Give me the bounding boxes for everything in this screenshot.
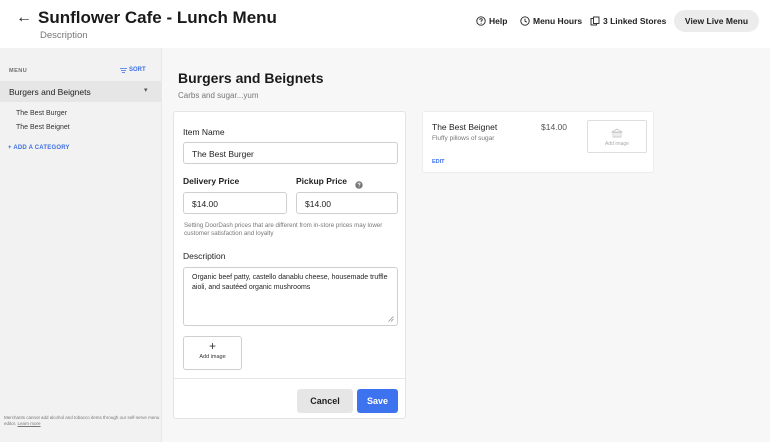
menu-hours-button[interactable]: Menu Hours (520, 12, 582, 30)
item-edit-button[interactable]: EDIT (432, 159, 445, 165)
help-button[interactable]: Help (476, 12, 507, 30)
sidebar: MENU SORT Burgers and Beignets ▾ The Bes… (0, 48, 162, 442)
pickup-price-input[interactable]: $14.00 (296, 192, 398, 214)
delivery-price-input[interactable]: $14.00 (183, 192, 287, 214)
description-text: Organic beef patty, castello danablu che… (192, 274, 388, 291)
sidebar-footnote: Merchants cannot add alcohol and tobacco… (4, 415, 160, 427)
sort-icon (120, 67, 127, 73)
sort-button[interactable]: SORT (120, 67, 146, 73)
add-category-button[interactable]: + ADD A CATEGORY (8, 145, 70, 151)
linked-stores-label: 3 Linked Stores (603, 16, 667, 26)
sidebar-item-burgers-and-beignets[interactable]: Burgers and Beignets ▾ (0, 81, 161, 102)
learn-more-link[interactable]: Learn more (18, 421, 41, 426)
menu-item-card[interactable]: The Best Beignet Fluffy pillows of sugar… (422, 111, 654, 173)
section-description: Carbs and sugar...yum (178, 91, 259, 100)
item-add-image-label: Add image (605, 141, 629, 147)
help-icon (476, 16, 486, 26)
plus-icon: + (208, 339, 216, 353)
edit-item-card: Item Name The Best Burger Delivery Price… (173, 111, 406, 419)
add-image-button[interactable]: + Add image (183, 336, 242, 370)
sidebar-subitem-best-beignet[interactable]: The Best Beignet (16, 124, 70, 131)
item-card-name: The Best Beignet (432, 122, 498, 132)
description-textarea[interactable]: Organic beef patty, castello danablu che… (183, 267, 398, 326)
sidebar-subitem-best-burger[interactable]: The Best Burger (16, 110, 67, 117)
item-name-input[interactable]: The Best Burger (183, 142, 398, 164)
clock-icon (520, 16, 530, 26)
menu-hours-label: Menu Hours (533, 16, 583, 26)
cancel-button[interactable]: Cancel (297, 389, 353, 413)
description-label: Description (183, 251, 226, 261)
pickup-price-label: Pickup Price (296, 176, 348, 186)
sidebar-category-label: Burgers and Beignets (9, 87, 91, 97)
price-helper-text: Setting DoorDash prices that are differe… (184, 222, 383, 238)
back-arrow-icon[interactable]: ← (16, 9, 32, 27)
sidebar-menu-label: MENU (9, 68, 28, 74)
stores-icon (590, 16, 600, 26)
page-title: Sunflower Cafe - Lunch Menu (38, 8, 277, 27)
view-live-menu-button[interactable]: View Live Menu (674, 10, 759, 32)
item-add-image-button[interactable]: Add image (587, 120, 647, 153)
item-card-price: $14.00 (541, 122, 567, 132)
save-button[interactable]: Save (357, 389, 398, 413)
image-placeholder-icon (611, 128, 623, 138)
section-title: Burgers and Beignets (178, 70, 324, 86)
add-image-label: Add image (199, 354, 226, 360)
item-card-description: Fluffy pillows of sugar (432, 135, 495, 142)
linked-stores-button[interactable]: 3 Linked Stores (590, 12, 666, 30)
top-header: ← Sunflower Cafe - Lunch Menu Descriptio… (0, 0, 770, 48)
sort-label: SORT (129, 67, 146, 73)
caret-down-icon[interactable]: ▾ (144, 86, 148, 94)
resize-handle-icon[interactable] (388, 316, 394, 322)
page-subtitle[interactable]: Description (40, 30, 88, 41)
help-label: Help (489, 16, 508, 26)
item-name-label: Item Name (183, 127, 225, 137)
card-divider (174, 378, 405, 379)
delivery-price-label: Delivery Price (183, 176, 240, 186)
